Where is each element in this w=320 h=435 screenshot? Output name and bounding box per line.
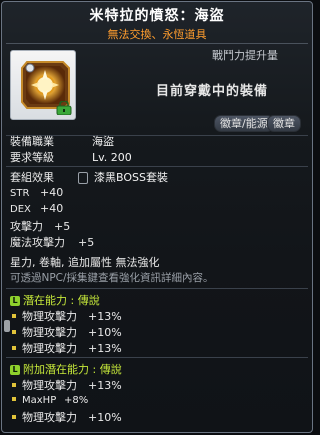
- additional-stat-name: 物理攻擊力: [22, 379, 77, 392]
- power-increase-label: 戰鬥力提升量: [212, 49, 278, 62]
- atk-value: +5: [54, 220, 71, 233]
- dex-label: DEX: [10, 204, 31, 215]
- currently-equipped-label: 目前穿戴中的裝備: [156, 84, 269, 99]
- matk-row: 魔法攻擊力 +5: [10, 234, 94, 250]
- category-tag-badge: 徽章: [267, 115, 301, 132]
- potential-stat-name: 物理攻擊力: [22, 326, 77, 339]
- str-value: +40: [40, 186, 64, 199]
- job-row: 裝備職業 海盜: [10, 133, 114, 149]
- bullet-icon: [12, 383, 16, 387]
- level-value: Lv. 200: [92, 151, 132, 164]
- item-tooltip: 米特拉的憤怒：海盜 無法交換、永恆道具 戰鬥力提升量 目前穿戴中的裝備 徽章/能…: [1, 1, 313, 433]
- enhance-note: 星力, 卷軸, 追加屬性 無法強化: [10, 256, 160, 269]
- bullet-icon: [12, 346, 16, 350]
- bullet-icon: [12, 397, 16, 401]
- item-icon-frame: [10, 50, 76, 120]
- matk-value: +5: [78, 236, 95, 249]
- bullet-icon: [12, 330, 16, 334]
- dex-value: +40: [40, 202, 64, 215]
- level-label: 要求等級: [10, 151, 54, 164]
- atk-row: 攻擊力 +5: [10, 218, 70, 234]
- additional-potential-label: 附加潛在能力 : 傳說: [23, 363, 122, 376]
- potential-header: L 潛在能力 : 傳說: [10, 292, 100, 308]
- level-row: 要求等級 Lv. 200: [10, 149, 132, 165]
- potential-label: 潛在能力 : 傳說: [23, 294, 100, 307]
- additional-potential-line: 物理攻擊力 +13%: [10, 377, 122, 393]
- potential-stat-name: 物理攻擊力: [22, 310, 77, 323]
- additional-stat-value: +13%: [88, 379, 122, 392]
- additional-potential-header: L 附加潛在能力 : 傳說: [10, 361, 122, 377]
- divider: [6, 166, 308, 167]
- item-subtitle: 無法交換、永恆道具: [107, 28, 207, 41]
- potential-line: 物理攻擊力 +13%: [10, 340, 122, 356]
- divider: [6, 357, 308, 358]
- npc-note: 可透過NPC/採集鍵查看強化資訊詳細內容。: [10, 272, 214, 284]
- category-tag-badge-energy: 徽章/能源: [214, 115, 274, 132]
- potential-line: 物理攻擊力 +10%: [10, 324, 122, 340]
- dex-row: DEX +40: [10, 202, 63, 215]
- additional-stat-value: +8%: [64, 395, 89, 406]
- bullet-icon: [12, 415, 16, 419]
- additional-stat-value: +10%: [88, 411, 122, 424]
- potential-stat-value: +13%: [88, 342, 122, 355]
- set-effect-label: 套組效果: [10, 171, 54, 184]
- item-title: 米特拉的憤怒：海盜: [89, 8, 225, 24]
- str-label: STR: [10, 188, 30, 199]
- potential-stat-value: +13%: [88, 310, 122, 323]
- potential-stat-value: +10%: [88, 326, 122, 339]
- potential-line: 物理攻擊力 +13%: [10, 308, 122, 324]
- legendary-grade-icon: L: [10, 365, 20, 375]
- job-label: 裝備職業: [10, 135, 54, 148]
- additional-stat-name: 物理攻擊力: [22, 411, 77, 424]
- bullet-icon: [12, 314, 16, 318]
- job-value: 海盜: [92, 135, 114, 148]
- set-effect-row: 套組效果 漆黑BOSS套裝: [10, 169, 168, 185]
- set-info-icon[interactable]: [78, 172, 88, 184]
- additional-potential-line: MaxHP +8%: [10, 393, 88, 406]
- lock-icon: [56, 101, 72, 115]
- set-effect-value: 漆黑BOSS套裝: [94, 171, 168, 184]
- additional-potential-line: 物理攻擊力 +10%: [10, 409, 122, 425]
- str-row: STR +40: [10, 186, 63, 199]
- atk-label: 攻擊力: [10, 220, 43, 233]
- additional-stat-name: MaxHP: [22, 395, 57, 406]
- divider: [6, 43, 308, 44]
- potential-stat-name: 物理攻擊力: [22, 342, 77, 355]
- legendary-grade-icon: L: [10, 296, 20, 306]
- matk-label: 魔法攻擊力: [10, 236, 65, 249]
- cursor-handle: [4, 320, 10, 332]
- divider: [6, 288, 308, 289]
